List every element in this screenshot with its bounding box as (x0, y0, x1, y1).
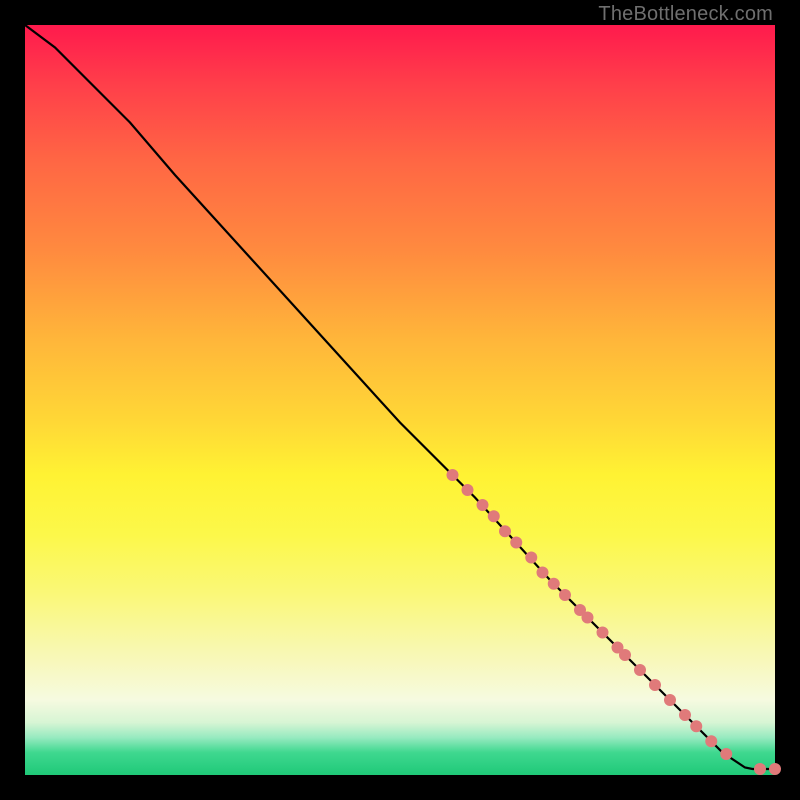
data-marker (582, 612, 594, 624)
curve-line (25, 25, 775, 769)
data-marker (720, 748, 732, 760)
data-marker (447, 469, 459, 481)
data-marker (619, 649, 631, 661)
data-marker (510, 537, 522, 549)
data-marker (462, 484, 474, 496)
chart-overlay (25, 25, 775, 775)
data-marker (634, 664, 646, 676)
chart-frame: TheBottleneck.com (0, 0, 800, 800)
data-marker (559, 589, 571, 601)
data-marker (597, 627, 609, 639)
data-marker (705, 735, 717, 747)
data-marker (488, 510, 500, 522)
data-marker (499, 525, 511, 537)
data-marker (690, 720, 702, 732)
data-marker (525, 552, 537, 564)
data-marker (769, 763, 781, 775)
data-marker (754, 763, 766, 775)
data-marker (477, 499, 489, 511)
source-credit: TheBottleneck.com (598, 3, 773, 26)
data-marker (537, 567, 549, 579)
data-marker (679, 709, 691, 721)
data-marker (548, 578, 560, 590)
marker-group (447, 469, 782, 775)
data-marker (664, 694, 676, 706)
data-marker (649, 679, 661, 691)
